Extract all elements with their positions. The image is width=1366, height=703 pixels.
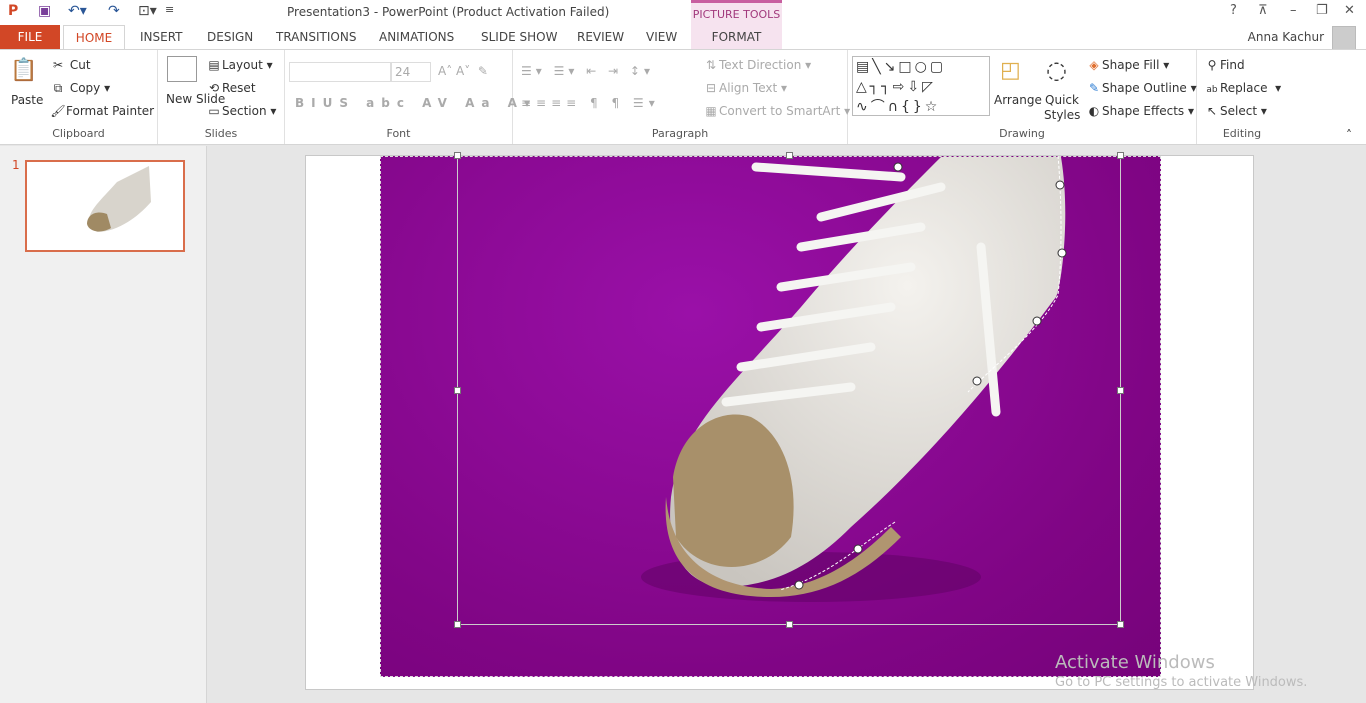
watermark-title: Activate Windows [1055, 652, 1215, 673]
edit-point[interactable] [794, 580, 804, 590]
edit-point[interactable] [893, 162, 903, 172]
watermark-subtitle: Go to PC settings to activate Windows. [1055, 675, 1308, 690]
edit-points-overlay [779, 155, 1067, 591]
edit-point[interactable] [972, 376, 982, 386]
edit-point[interactable] [1032, 316, 1042, 326]
edit-point[interactable] [1057, 248, 1067, 258]
activation-watermark: Activate Windows Go to PC settings to ac… [1055, 652, 1307, 690]
edit-point[interactable] [853, 544, 863, 554]
edit-point[interactable] [1055, 180, 1065, 190]
